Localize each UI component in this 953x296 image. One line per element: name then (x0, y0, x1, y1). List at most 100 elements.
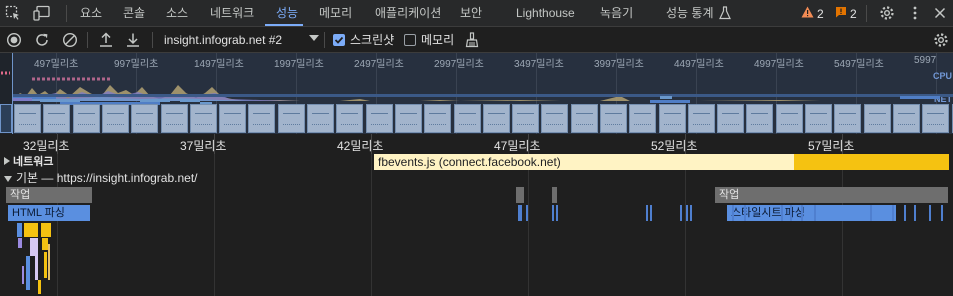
inspect-element-icon[interactable] (4, 4, 22, 22)
nested-event (22, 266, 24, 284)
tab-network[interactable]: 네트워크 (210, 0, 254, 27)
event-sliver (904, 205, 906, 221)
task-block[interactable] (552, 187, 557, 203)
record-icon[interactable] (5, 31, 23, 49)
main-thread-label[interactable]: 기본 — https://insight.infograb.net/ (4, 170, 198, 187)
event-sliver (520, 205, 522, 221)
event-sliver (941, 205, 943, 221)
download-icon[interactable] (124, 31, 142, 49)
event-sliver (690, 205, 692, 221)
issue-icon (835, 6, 847, 21)
flask-icon (718, 5, 732, 21)
issues-badge[interactable]: 2 (835, 5, 857, 22)
main-thread-title: 기본 — https://insight.infograb.net/ (16, 171, 198, 185)
ruler-time-label: 32밀리초 (23, 139, 70, 153)
overview-selection-window[interactable] (12, 53, 953, 134)
devtools-tab-bar: 요소 콘솔 소스 네트워크 성능 메모리 애플리케이션 보안 Lighthous… (0, 0, 953, 27)
tab-performance[interactable]: 성능 (276, 0, 298, 27)
screenshot-thumbnail (0, 104, 12, 133)
ruler-time-label: 37밀리초 (180, 139, 227, 153)
tab-elements[interactable]: 요소 (80, 0, 102, 27)
network-request-download-bar (794, 154, 949, 170)
nested-event (35, 256, 38, 280)
nested-event (24, 223, 38, 237)
toolbar-separator (87, 32, 88, 48)
network-track-title: 네트워크 (13, 156, 54, 168)
event-sliver (526, 205, 528, 221)
active-tab-indicator (265, 24, 303, 26)
time-ruler: 32밀리초 37밀리초 42밀리초 47밀리초 52밀리초 57밀리초 (0, 134, 953, 154)
tab-sources[interactable]: 소스 (166, 0, 188, 27)
nested-event (48, 244, 50, 280)
nested-event (38, 280, 41, 294)
chevron-down-icon[interactable] (309, 35, 319, 41)
warnings-count: 2 (817, 6, 824, 21)
event-sliver (552, 205, 554, 221)
task-block[interactable] (920, 187, 948, 203)
html-parse-block[interactable]: HTML 파싱 (8, 205, 90, 221)
profile-select[interactable]: insight.infograb.net #2 (164, 31, 282, 49)
issues-count: 2 (850, 6, 857, 21)
memory-label[interactable]: 메모리 (421, 31, 454, 49)
chevron-right-icon (4, 157, 10, 165)
warning-icon (801, 6, 814, 21)
event-sliver (892, 205, 894, 221)
upload-icon[interactable] (97, 31, 115, 49)
more-options-icon[interactable] (906, 4, 924, 22)
event-sliver (801, 205, 803, 221)
task-block[interactable] (516, 187, 524, 203)
event-sliver (732, 205, 734, 221)
task-block[interactable]: 작업 (715, 187, 920, 203)
event-sliver (790, 205, 792, 221)
tab-performance-insights[interactable]: 성능 통계 (666, 0, 714, 27)
event-sliver (686, 205, 688, 221)
screenshots-label[interactable]: 스크린샷 (350, 31, 394, 49)
tab-security[interactable]: 보안 (460, 0, 482, 27)
event-sliver (781, 205, 783, 221)
close-icon[interactable] (931, 4, 949, 22)
warnings-badge[interactable]: 2 (801, 5, 824, 22)
nested-event (17, 223, 22, 237)
main-thread-header[interactable]: 기본 — https://insight.infograb.net/ (0, 170, 953, 187)
event-sliver (646, 205, 648, 221)
capture-settings-gear-icon[interactable] (932, 31, 950, 49)
event-sliver (929, 205, 931, 221)
task-block[interactable]: 작업 (6, 187, 92, 203)
network-track[interactable]: 네트워크 fbevents.js (connect.facebook.net) (0, 154, 953, 170)
gear-icon[interactable] (878, 4, 896, 22)
tab-recorder[interactable]: 녹음기 (600, 0, 633, 27)
event-sliver (744, 205, 746, 221)
toolbar-separator (324, 32, 325, 48)
event-sliver (680, 205, 682, 221)
nested-event (30, 238, 38, 256)
ruler-time-label: 42밀리초 (337, 139, 384, 153)
toolbar-separator (152, 32, 153, 48)
timeline-overview[interactable]: 497밀리초 997밀리초 1497밀리초 1997밀리초 2497밀리초 2997밀리초… (0, 53, 953, 134)
screenshots-checkbox[interactable] (333, 34, 345, 46)
event-sliver (870, 205, 872, 221)
flame-chart[interactable]: 네트워크 fbevents.js (connect.facebook.net) … (0, 154, 953, 296)
tab-lighthouse[interactable]: Lighthouse (516, 0, 575, 27)
performance-toolbar: insight.infograb.net #2 스크린샷 메모리 (0, 27, 953, 53)
ruler-time-label: 52밀리초 (651, 139, 698, 153)
device-toolbar-icon[interactable] (33, 4, 51, 22)
tab-application[interactable]: 애플리케이션 (375, 0, 441, 27)
nested-event (41, 223, 51, 237)
reload-icon[interactable] (33, 31, 51, 49)
tab-separator (866, 5, 867, 22)
network-track-label[interactable]: 네트워크 (4, 154, 53, 170)
ruler-time-label: 47밀리초 (494, 139, 541, 153)
event-sliver (914, 205, 916, 221)
event-sliver (650, 205, 652, 221)
clear-icon[interactable] (61, 31, 79, 49)
network-request-fbevents[interactable]: fbevents.js (connect.facebook.net) (374, 154, 794, 170)
tab-memory[interactable]: 메모리 (319, 0, 352, 27)
ruler-time-label: 57밀리초 (808, 139, 855, 153)
chevron-down-icon (4, 175, 12, 182)
event-sliver (556, 205, 558, 221)
nested-event (18, 238, 22, 248)
tab-separator (66, 5, 67, 22)
broom-icon[interactable] (463, 31, 481, 49)
tab-console[interactable]: 콘솔 (123, 0, 145, 27)
memory-checkbox[interactable] (404, 34, 416, 46)
